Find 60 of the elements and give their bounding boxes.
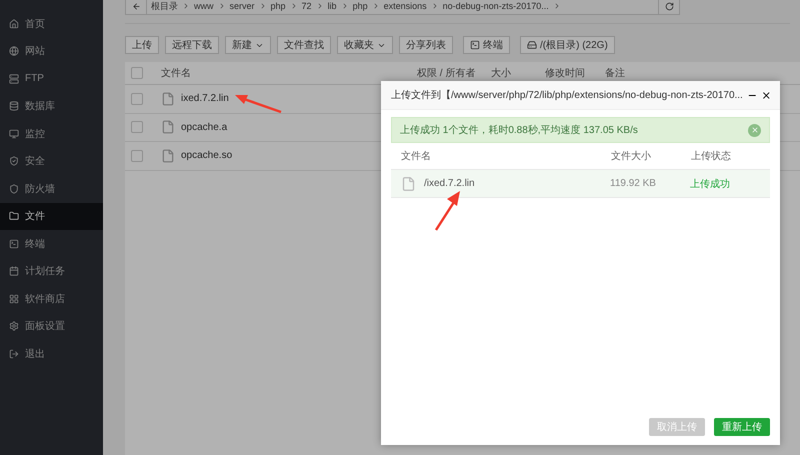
column-header: 上传状态 bbox=[691, 150, 732, 163]
chevron-icon bbox=[182, 2, 190, 10]
checkbox[interactable] bbox=[131, 150, 143, 162]
file-size: 119.92 KB bbox=[610, 178, 657, 189]
terminal-icon bbox=[470, 40, 480, 50]
toolbar-button[interactable]: 分享列表 bbox=[399, 36, 453, 54]
column-header: 备注 bbox=[605, 66, 625, 80]
column-header: 修改时间 bbox=[545, 66, 585, 80]
checkbox[interactable] bbox=[131, 121, 143, 134]
toolbar-button[interactable]: 终端 bbox=[463, 36, 510, 54]
checkbox[interactable] bbox=[131, 67, 143, 79]
sidebar-item[interactable]: 文件 bbox=[0, 202, 103, 230]
sidebar-item[interactable]: 软件商店 bbox=[0, 285, 103, 312]
column-header: 权限 / 所有者 bbox=[417, 66, 476, 80]
breadcrumb-item[interactable]: no-debug-non-zts-20170... bbox=[438, 1, 553, 11]
sidebar-item[interactable]: 安全 bbox=[0, 148, 103, 175]
toolbar-button[interactable]: 远程下载 bbox=[165, 36, 219, 54]
file-icon bbox=[401, 176, 416, 192]
toolbar-button[interactable]: 收藏夹 bbox=[337, 36, 393, 54]
column-header: 文件名 bbox=[161, 66, 191, 80]
sidebar-item[interactable]: 终端 bbox=[0, 230, 103, 258]
checkbox[interactable] bbox=[131, 92, 143, 105]
toolbar-button[interactable]: 上传 bbox=[125, 36, 159, 54]
sidebar-item[interactable]: 网站 bbox=[0, 38, 103, 65]
file-icon bbox=[161, 148, 175, 163]
sidebar-item[interactable]: 计划任务 bbox=[0, 258, 103, 285]
sidebar-item[interactable]: 防火墙 bbox=[0, 175, 103, 202]
file-icon bbox=[161, 120, 175, 134]
sidebar-item[interactable]: 面板设置 bbox=[0, 312, 103, 340]
file-name[interactable]: ixed.7.2.lin bbox=[181, 93, 229, 104]
back-icon bbox=[132, 2, 140, 10]
breadcrumb-item[interactable]: www bbox=[190, 1, 218, 11]
upload-status: 上传成功 bbox=[690, 178, 731, 190]
sidebar-item[interactable]: 首页 bbox=[0, 10, 103, 38]
sidebar-item[interactable]: FTP bbox=[0, 65, 103, 92]
file-name: /ixed.7.2.lin bbox=[424, 178, 476, 189]
close-icon[interactable] bbox=[761, 90, 772, 100]
breadcrumb-item[interactable]: 72 bbox=[298, 1, 316, 11]
toolbar-button[interactable]: 新建 bbox=[225, 36, 271, 54]
dialog-title: 上传文件到【/www/server/php/72/lib/php/extensions/no-debug-non-zts-20170... bbox=[391, 88, 743, 102]
toolbar-button[interactable]: 文件查找 bbox=[277, 36, 331, 54]
toolbar-button[interactable]: /(根目录) (22G) bbox=[520, 36, 615, 54]
file-icon bbox=[161, 92, 175, 106]
reupload-button[interactable]: 重新上传 bbox=[714, 418, 770, 436]
column-header: 文件大小 bbox=[611, 150, 652, 163]
breadcrumb-item[interactable]: extensions bbox=[380, 1, 431, 11]
file-name[interactable]: opcache.a bbox=[181, 122, 228, 133]
column-header: 大小 bbox=[491, 66, 511, 80]
alert-text: 上传成功 1个文件，耗时0.88秒,平均速度 137.05 KB/s bbox=[400, 124, 638, 137]
refresh-icon bbox=[664, 2, 674, 10]
sidebar-item[interactable]: 监控 bbox=[0, 120, 103, 148]
breadcrumb-item[interactable]: php bbox=[348, 1, 372, 11]
breadcrumb-item[interactable]: 根目录 bbox=[147, 0, 182, 12]
sidebar-item[interactable]: 数据库 bbox=[0, 92, 103, 120]
breadcrumb-item[interactable]: server bbox=[226, 1, 259, 11]
file-name[interactable]: opcache.so bbox=[181, 150, 232, 162]
breadcrumb-item[interactable]: php bbox=[266, 1, 290, 11]
breadcrumb-item[interactable]: lib bbox=[324, 1, 341, 11]
sidebar-item[interactable]: 退出 bbox=[0, 340, 103, 368]
column-header: 文件名 bbox=[401, 150, 432, 163]
